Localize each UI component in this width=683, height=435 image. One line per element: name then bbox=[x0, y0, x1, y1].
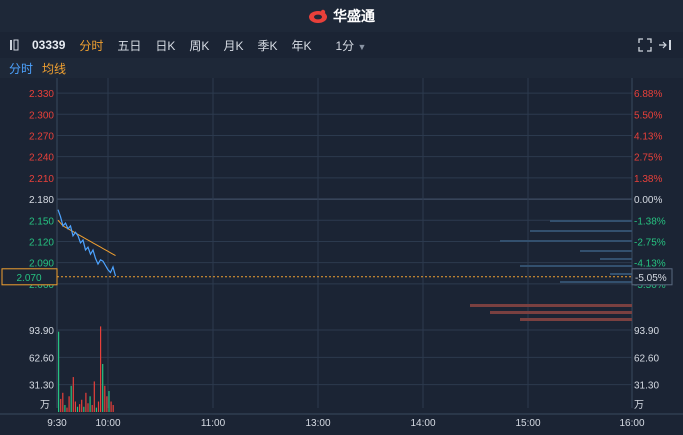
price-tick-label: 2.210 bbox=[29, 174, 54, 185]
volume-bar bbox=[64, 405, 66, 412]
volume-bar bbox=[104, 385, 106, 412]
volume-bar bbox=[74, 401, 76, 412]
intraday-chart[interactable]: 2.330 2.300 2.270 2.240 2.210 6.88% 5.50% 4.13%… bbox=[0, 78, 683, 435]
depth-bar bbox=[520, 318, 632, 321]
volume-bar bbox=[70, 385, 72, 412]
volume-tick-label: 31.30 bbox=[29, 381, 54, 392]
volume-bar bbox=[85, 392, 87, 412]
pct-tick-label: 0.00% bbox=[634, 195, 662, 206]
app-header: 华盛通 bbox=[0, 0, 683, 32]
tab-quarter-k[interactable]: 季K bbox=[257, 37, 277, 54]
collapse-left-icon[interactable] bbox=[8, 38, 28, 52]
volume-tick-label: 31.30 bbox=[634, 381, 659, 392]
pct-tick-label: 4.13% bbox=[634, 131, 662, 142]
chevron-down-icon: ▼ bbox=[357, 41, 367, 52]
volume-unit-label: 万 bbox=[634, 400, 644, 411]
volume-bar bbox=[112, 405, 114, 412]
volume-bar bbox=[72, 377, 74, 412]
volume-tick-label: 62.60 bbox=[29, 353, 54, 364]
depth-bar bbox=[530, 230, 632, 232]
pct-tick-label: -2.75% bbox=[634, 237, 666, 248]
volume-bar bbox=[81, 399, 83, 412]
interval-dropdown[interactable]: 1分 ▼ bbox=[335, 37, 366, 54]
time-tick-label: 10:00 bbox=[95, 418, 120, 429]
volume-bar bbox=[108, 391, 110, 412]
time-tick-label: 15:00 bbox=[515, 418, 540, 429]
volume-bar bbox=[95, 407, 97, 412]
volume-tick-label: 62.60 bbox=[634, 353, 659, 364]
volume-bar bbox=[68, 396, 70, 412]
volume-bar bbox=[100, 326, 102, 412]
pct-tick-label: -1.38% bbox=[634, 216, 666, 227]
volume-tick-label: 93.90 bbox=[634, 326, 659, 337]
price-tick-label: 2.330 bbox=[29, 89, 54, 100]
fullscreen-icon[interactable] bbox=[638, 38, 652, 52]
volume-bar bbox=[60, 398, 62, 412]
tab-week-k[interactable]: 周K bbox=[189, 37, 209, 54]
collapse-right-icon[interactable] bbox=[658, 38, 676, 52]
depth-bar bbox=[490, 311, 632, 314]
time-tick-label: 9:30 bbox=[47, 418, 67, 429]
depth-bar bbox=[520, 265, 632, 267]
legend-intraday-line: 分时 bbox=[9, 61, 34, 76]
time-tick-label: 13:00 bbox=[305, 418, 330, 429]
volume-bar bbox=[106, 396, 108, 412]
volume-bar bbox=[97, 401, 100, 412]
time-tick-label: 11:00 bbox=[201, 418, 226, 429]
tab-month-k[interactable]: 月K bbox=[223, 37, 243, 54]
stock-symbol: 03339 bbox=[32, 38, 66, 52]
volume-bar bbox=[89, 396, 91, 412]
toolbar: 03339 分时 五日 日K 周K 月K 季K 年K 1分 ▼ bbox=[0, 32, 683, 58]
price-tick-label: 2.150 bbox=[29, 216, 54, 227]
volume-unit-label: 万 bbox=[40, 400, 50, 411]
volume-bar bbox=[66, 407, 68, 412]
pct-tick-label: 5.50% bbox=[634, 110, 662, 121]
pct-tick-label: 2.75% bbox=[634, 153, 662, 164]
depth-bar bbox=[550, 220, 632, 222]
depth-bar bbox=[600, 258, 632, 260]
interval-label: 1分 bbox=[335, 38, 355, 53]
time-tick-label: 14:00 bbox=[410, 418, 435, 429]
pct-tick-label: 1.38% bbox=[634, 174, 662, 185]
depth-bar bbox=[500, 240, 632, 242]
depth-bar bbox=[580, 250, 632, 252]
price-tick-label: 2.120 bbox=[29, 237, 54, 248]
volume-bar bbox=[83, 406, 85, 412]
volume-bar bbox=[76, 406, 79, 412]
price-tick-label: 2.270 bbox=[29, 131, 54, 142]
tab-intraday[interactable]: 分时 bbox=[79, 37, 103, 54]
volume-bar bbox=[58, 331, 60, 412]
legend-bar: 分时 均线 bbox=[0, 58, 683, 78]
price-tick-label: 2.240 bbox=[29, 153, 54, 164]
chart-window: 华盛通 03339 分时 五日 日K 周K 月K 季K 年K 1分 ▼ 分时 均… bbox=[0, 0, 683, 435]
price-tick-label: 2.090 bbox=[29, 259, 54, 270]
time-tick-label: 16:00 bbox=[619, 418, 644, 429]
price-tick-label: 2.180 bbox=[29, 195, 54, 206]
current-price-label: 2.070 bbox=[16, 273, 41, 284]
volume-tick-label: 93.90 bbox=[29, 326, 54, 337]
volume-bar bbox=[62, 392, 64, 412]
current-pct-label: -5.05% bbox=[635, 273, 667, 284]
pct-tick-label: -4.13% bbox=[634, 259, 666, 270]
depth-bar bbox=[470, 304, 632, 307]
depth-bar bbox=[610, 273, 632, 275]
tab-day-k[interactable]: 日K bbox=[155, 37, 175, 54]
volume-bar bbox=[102, 363, 104, 412]
legend-average-line: 均线 bbox=[42, 61, 67, 76]
volume-bar bbox=[79, 404, 81, 412]
volume-bar bbox=[91, 405, 93, 412]
depth-bar bbox=[560, 281, 632, 283]
price-tick-label: 2.300 bbox=[29, 110, 54, 121]
logo-icon bbox=[309, 9, 327, 23]
volume-bar bbox=[87, 403, 89, 412]
tab-five-day[interactable]: 五日 bbox=[117, 37, 141, 54]
tab-year-k[interactable]: 年K bbox=[291, 37, 311, 54]
volume-bar bbox=[110, 401, 112, 412]
brand-name: 华盛通 bbox=[333, 8, 375, 24]
pct-tick-label: 6.88% bbox=[634, 89, 662, 100]
volume-bar bbox=[93, 381, 95, 412]
